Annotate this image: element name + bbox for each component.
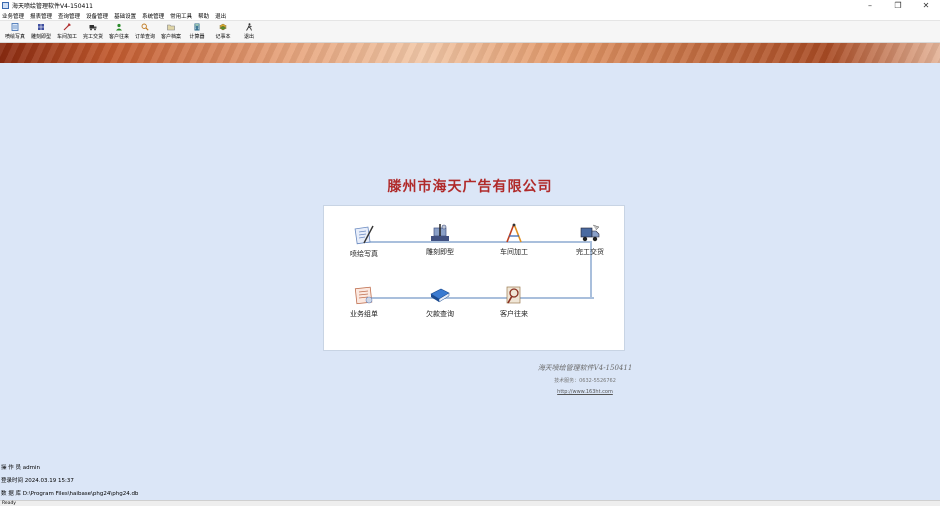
- window-controls: – ❐ ✕: [856, 0, 940, 11]
- exit-icon: [246, 23, 252, 31]
- menu-system[interactable]: 系统管理: [142, 12, 164, 20]
- title-bar: 海天喷绘管理软件V4-150411 – ❐ ✕: [0, 0, 940, 11]
- window-title: 海天喷绘管理软件V4-150411: [12, 3, 93, 10]
- node-workshop[interactable]: 车间加工: [484, 222, 544, 257]
- toolbar-inkjet-button[interactable]: 喷绘写真: [2, 21, 28, 42]
- order-form-icon: [354, 286, 373, 305]
- toolbar-delivery-button[interactable]: 完工交货: [80, 21, 106, 42]
- toolbar-exit-button[interactable]: 退出: [236, 21, 262, 42]
- status-bar: Ready: [0, 500, 940, 506]
- flow-line-row1: [364, 241, 592, 243]
- menu-basic-settings[interactable]: 基础设置: [114, 12, 136, 20]
- menu-query[interactable]: 查询管理: [58, 12, 80, 20]
- toolbar: 喷绘写真 雕刻即型 车间加工 完工交货 客户往来 订单查询 客户档案 计算器 记…: [0, 21, 940, 43]
- node-business-order[interactable]: 业务组单: [334, 284, 394, 319]
- toolbar-workshop-button[interactable]: 车间加工: [54, 21, 80, 42]
- workflow-panel: 喷绘写真 雕刻即型 车间加工 完工交货 业务组单 欠款查询 客户往来: [323, 205, 625, 351]
- restore-button[interactable]: ❐: [884, 0, 912, 11]
- customer-search-icon: [506, 286, 521, 304]
- node-engraving[interactable]: 雕刻即型: [410, 222, 470, 257]
- toolbar-customer-button[interactable]: 客户往来: [106, 21, 132, 42]
- node-inkjet[interactable]: 喷绘写真: [334, 224, 394, 259]
- app-icon: [2, 2, 9, 9]
- engraving-machine-icon: [431, 224, 449, 241]
- menu-bar: 业务管理 报表管理 查询管理 设备管理 基础设置 系统管理 常用工具 帮助 退出: [0, 11, 940, 21]
- document-pen-icon: [354, 225, 374, 245]
- compass-ruler-icon: [506, 223, 522, 243]
- menu-reports[interactable]: 报表管理: [30, 12, 52, 20]
- login-time-info: 登录时间 2024.03.19 15:37: [1, 478, 74, 484]
- toolbar-customer-file-button[interactable]: 客户档案: [158, 21, 184, 42]
- menu-equipment[interactable]: 设备管理: [86, 12, 108, 20]
- flow-line-row2: [364, 297, 594, 299]
- node-debt-query[interactable]: 欠款查询: [410, 284, 470, 319]
- product-name: 海天喷绘管理软件V4-150411: [537, 364, 633, 372]
- folder-icon: [167, 24, 175, 31]
- notebook-icon: [219, 23, 227, 31]
- toolbar-calculator-button[interactable]: 计算器: [184, 21, 210, 42]
- website-link[interactable]: http://www.163ht.com: [520, 389, 650, 395]
- delivery-truck-icon: [580, 224, 600, 242]
- toolbar-order-query-button[interactable]: 订单查询: [132, 21, 158, 42]
- toolbar-notebook-button[interactable]: 记事本: [210, 21, 236, 42]
- grid-icon: [38, 24, 44, 30]
- toolbar-engraving-button[interactable]: 雕刻即型: [28, 21, 54, 42]
- support-phone: 技术服务：0632-5526762: [554, 378, 616, 384]
- header-banner: [0, 43, 940, 63]
- product-info: 海天喷绘管理软件V4-150411 技术服务：0632-5526762 http…: [520, 363, 650, 395]
- people-icon: [116, 23, 122, 31]
- node-customer-account[interactable]: 客户往来: [484, 284, 544, 319]
- company-name: 滕州市海天广告有限公司: [387, 179, 553, 195]
- search-icon: [141, 23, 149, 31]
- close-button[interactable]: ✕: [912, 0, 940, 11]
- truck-icon: [89, 25, 97, 31]
- document-icon: [11, 23, 19, 31]
- minimize-button[interactable]: –: [856, 0, 884, 11]
- book-icon: [430, 288, 450, 303]
- menu-help[interactable]: 帮助: [198, 12, 209, 20]
- database-info: 数 据 库 D:\Program Files\haibase\phg24\phg…: [1, 491, 139, 497]
- menu-tools[interactable]: 常用工具: [170, 12, 192, 20]
- operator-info: 操 作 员 admin: [1, 465, 40, 471]
- menu-exit[interactable]: 退出: [215, 12, 226, 20]
- calculator-icon: [194, 23, 200, 31]
- tool-icon: [63, 23, 71, 31]
- menu-business[interactable]: 业务管理: [2, 12, 24, 20]
- node-delivery[interactable]: 完工交货: [560, 222, 620, 257]
